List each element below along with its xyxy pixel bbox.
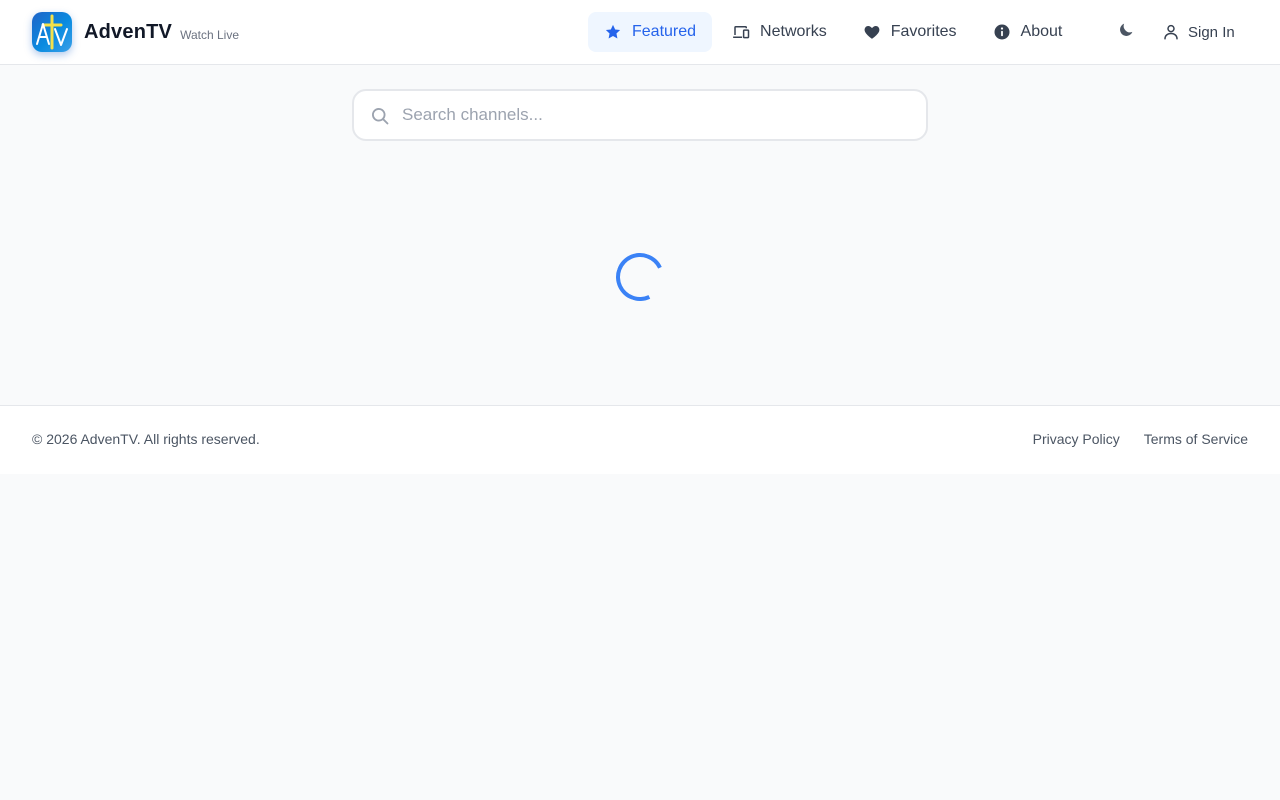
user-icon	[1162, 23, 1180, 41]
sign-in-label: Sign In	[1188, 23, 1235, 41]
copyright-text: © 2026 AdvenTV. All rights reserved.	[32, 431, 260, 447]
star-icon	[604, 23, 622, 41]
moon-icon	[1117, 21, 1135, 44]
search-icon	[370, 106, 390, 126]
nav-item-label: Featured	[632, 23, 697, 40]
theme-toggle-button[interactable]	[1108, 14, 1144, 50]
brand[interactable]: AdvenTV Watch Live	[32, 12, 239, 52]
brand-tagline: Watch Live	[180, 28, 240, 42]
aTV-cross-logo-icon	[32, 12, 72, 52]
nav-item-label: Favorites	[890, 23, 957, 40]
nav-item-networks[interactable]: Networks	[716, 12, 843, 52]
devices-icon	[732, 23, 750, 41]
nav-item-featured[interactable]: Featured	[588, 12, 713, 52]
brand-name: AdvenTV	[84, 20, 173, 43]
info-icon	[993, 23, 1011, 41]
nav-item-label: About	[1020, 23, 1063, 40]
spinner-icon	[609, 246, 671, 308]
nav-item-favorites[interactable]: Favorites	[847, 12, 973, 52]
top-header: AdvenTV Watch Live Featured Networks Fav…	[0, 0, 1280, 65]
terms-of-service-link[interactable]: Terms of Service	[1144, 431, 1248, 447]
footer-links: Privacy Policy Terms of Service	[1033, 431, 1248, 447]
heart-icon	[863, 23, 881, 41]
sign-in-button[interactable]: Sign In	[1152, 12, 1245, 52]
privacy-policy-link[interactable]: Privacy Policy	[1033, 431, 1120, 447]
page-footer: © 2026 AdvenTV. All rights reserved. Pri…	[0, 405, 1280, 474]
nav-item-about[interactable]: About	[977, 12, 1079, 52]
search-input[interactable]	[402, 91, 912, 139]
nav-item-label: Networks	[760, 23, 827, 40]
search-box	[352, 89, 928, 141]
main-nav: Featured Networks Favorites About	[588, 12, 1078, 52]
